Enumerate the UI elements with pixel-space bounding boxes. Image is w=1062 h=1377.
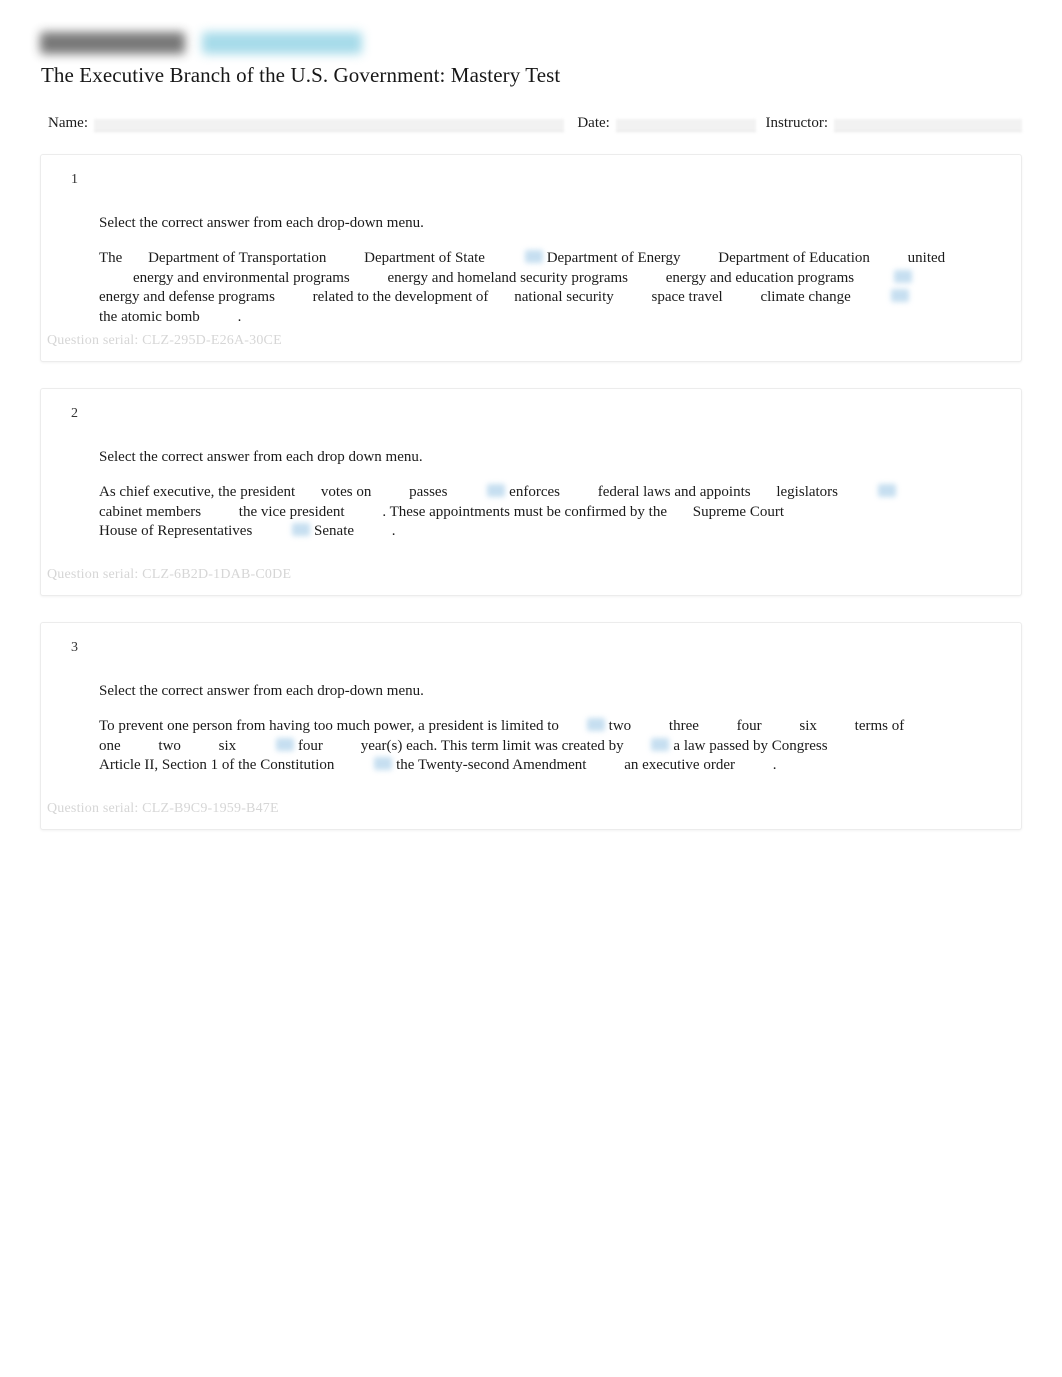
static-text: federal laws and appoints bbox=[597, 484, 751, 500]
dropdown-option[interactable]: six bbox=[219, 738, 237, 754]
date-label: Date: bbox=[577, 115, 610, 131]
page-title: The Executive Branch of the U.S. Governm… bbox=[41, 63, 561, 87]
selected-answer-highlight bbox=[890, 289, 909, 302]
publisher-logo bbox=[40, 30, 362, 60]
dropdown-option[interactable]: four bbox=[737, 718, 762, 734]
selected-answer-highlight bbox=[651, 737, 670, 751]
dropdown-option[interactable]: space travel bbox=[652, 289, 723, 305]
selected-answer-highlight bbox=[374, 757, 393, 770]
static-text: . bbox=[772, 757, 777, 773]
student-info-row: Name: Date: Instructor: bbox=[0, 88, 1062, 132]
dropdown-option[interactable]: passes bbox=[409, 484, 447, 500]
dropdown-option[interactable]: Department of State bbox=[364, 250, 485, 266]
selected-answer-highlight bbox=[292, 523, 311, 536]
dropdown-option[interactable]: one bbox=[99, 738, 121, 754]
dropdown-option[interactable]: enforces bbox=[509, 484, 560, 500]
question-number: 3 bbox=[71, 640, 78, 655]
question-serial: Question serial: CLZ-6B2D-1DAB-C0DE bbox=[47, 567, 292, 582]
static-text: . These appointments must be confirmed b… bbox=[382, 503, 668, 520]
dropdown-option[interactable]: two bbox=[609, 718, 632, 734]
static-text: terms of bbox=[854, 718, 905, 734]
name-field-group: Name: bbox=[48, 114, 564, 132]
dropdown-option[interactable]: Department of Transportation bbox=[148, 250, 326, 266]
dropdown-option[interactable]: legislators bbox=[776, 484, 838, 500]
selected-answer-highlight bbox=[275, 737, 294, 751]
question-instructions: Select the correct answer from each drop… bbox=[99, 683, 424, 699]
question-instructions: Select the correct answer from each drop… bbox=[99, 215, 424, 231]
dropdown-option[interactable]: the atomic bomb bbox=[99, 309, 200, 325]
selected-answer-highlight bbox=[893, 269, 912, 283]
dropdown-option[interactable]: four bbox=[298, 738, 323, 754]
instructor-label: Instructor: bbox=[765, 115, 828, 131]
question-body: As chief executive, the president votes … bbox=[69, 467, 949, 542]
question-number: 1 bbox=[71, 172, 78, 187]
dropdown-option[interactable]: energy and education programs bbox=[666, 270, 854, 286]
selected-answer-highlight bbox=[586, 718, 605, 731]
static-text: As chief executive, the president bbox=[99, 484, 296, 500]
name-label: Name: bbox=[48, 115, 88, 131]
question-card: 1 Select the correct answer from each dro… bbox=[40, 154, 1022, 362]
dropdown-option[interactable]: energy and environmental programs bbox=[133, 270, 350, 286]
dropdown-option[interactable]: Department of Education bbox=[718, 250, 870, 266]
question-body: To prevent one person from having too mu… bbox=[69, 701, 949, 776]
dropdown-option[interactable]: the vice president bbox=[239, 504, 345, 520]
date-input[interactable] bbox=[615, 119, 756, 132]
dropdown-option[interactable]: an executive order bbox=[624, 757, 735, 773]
question-number: 2 bbox=[71, 406, 78, 421]
static-text: The bbox=[99, 250, 123, 266]
dropdown-option[interactable]: united bbox=[908, 250, 946, 266]
dropdown-option[interactable]: energy and homeland security programs bbox=[388, 270, 628, 286]
instructor-input[interactable] bbox=[834, 119, 1022, 132]
dropdown-option[interactable]: Department of Energy bbox=[547, 250, 681, 266]
question-serial: Question serial: CLZ-B9C9-1959-B47E bbox=[47, 801, 279, 816]
dropdown-option[interactable]: two bbox=[158, 738, 181, 754]
dropdown-option[interactable]: climate change bbox=[760, 289, 850, 305]
question-serial: Question serial: CLZ-295D-E26A-30CE bbox=[47, 333, 282, 348]
dropdown-option[interactable]: House of Representatives bbox=[99, 523, 252, 539]
question-instructions: Select the correct answer from each drop… bbox=[99, 449, 423, 465]
masthead bbox=[0, 0, 1062, 62]
selected-answer-highlight bbox=[487, 484, 506, 497]
dropdown-option[interactable]: cabinet members bbox=[99, 504, 201, 520]
date-field-group: Date: bbox=[577, 114, 756, 132]
logo-wordmark bbox=[202, 32, 362, 54]
instructor-field-group: Instructor: bbox=[766, 114, 1022, 132]
dropdown-option[interactable]: national security bbox=[514, 289, 614, 305]
question-list: 1 Select the correct answer from each dro… bbox=[0, 132, 1062, 830]
dropdown-option[interactable]: votes on bbox=[321, 484, 371, 500]
dropdown-option[interactable]: three bbox=[669, 718, 699, 734]
dropdown-option[interactable]: a law passed by Congress bbox=[673, 738, 827, 754]
question-body: The Department of Transportation Departm… bbox=[69, 233, 949, 327]
dropdown-option[interactable]: Supreme Court bbox=[693, 504, 784, 520]
static-text: To prevent one person from having too mu… bbox=[99, 718, 559, 734]
dropdown-option[interactable]: Article II, Section 1 of the Constitutio… bbox=[99, 757, 334, 773]
selected-answer-highlight bbox=[877, 484, 896, 497]
dropdown-option[interactable]: six bbox=[799, 718, 817, 734]
name-input[interactable] bbox=[93, 119, 564, 132]
dropdown-option[interactable]: energy and defense programs bbox=[99, 289, 275, 305]
selected-answer-highlight bbox=[524, 250, 543, 263]
static-text: . bbox=[391, 523, 396, 539]
dropdown-option[interactable]: the Twenty-second Amendment bbox=[396, 757, 586, 773]
static-text: related to the development of bbox=[312, 289, 489, 305]
static-text: year(s) each. This term limit was create… bbox=[360, 737, 624, 754]
question-card: 2 Select the correct answer from each dro… bbox=[40, 388, 1022, 596]
logo-mark-icon bbox=[40, 32, 185, 54]
question-card: 3 Select the correct answer from each dro… bbox=[40, 622, 1022, 830]
document-page: The Executive Branch of the U.S. Governm… bbox=[0, 0, 1062, 1377]
static-text: . bbox=[237, 308, 242, 325]
dropdown-option[interactable]: Senate bbox=[314, 523, 354, 539]
